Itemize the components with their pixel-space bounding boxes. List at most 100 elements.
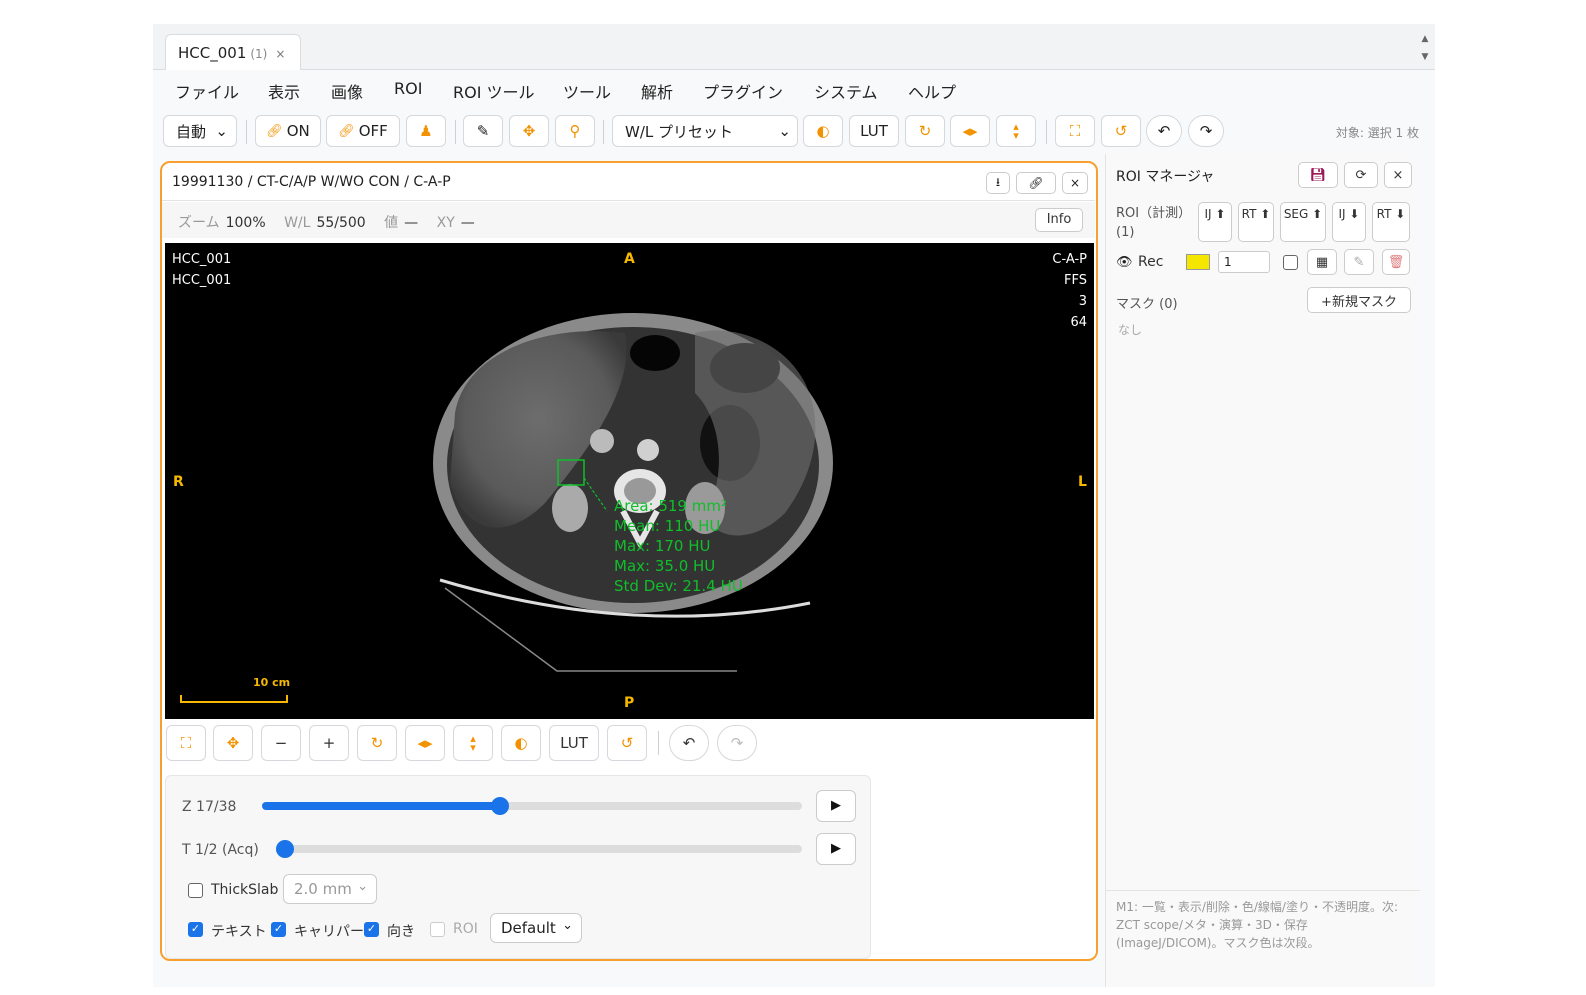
person-icon-button[interactable]: ♟: [406, 115, 446, 147]
close-viewer-button[interactable]: ×: [1062, 172, 1088, 194]
pixel-value: —: [404, 215, 419, 231]
rotate-button[interactable]: ↻: [357, 725, 397, 761]
export-ij-button[interactable]: IJ ⬇: [1332, 202, 1366, 242]
orientation-checkbox[interactable]: ✓: [364, 922, 379, 937]
menu-file[interactable]: ファイル: [175, 79, 239, 103]
patient-name: HCC_001: [172, 252, 232, 267]
eye-icon[interactable]: 👁︎: [1116, 255, 1133, 270]
link-icon: 🔗︎: [266, 123, 283, 139]
close-panel-button[interactable]: ×: [1384, 162, 1412, 188]
rotate-button[interactable]: ↻: [905, 115, 945, 147]
flip-horizontal-button[interactable]: ◂▸: [405, 725, 445, 761]
roi-fill-checkbox[interactable]: [1283, 255, 1298, 270]
series-desc: C-A-P: [1052, 252, 1087, 267]
zoom-in-button[interactable]: +: [309, 725, 349, 761]
refresh-button[interactable]: ⟳: [1344, 162, 1378, 188]
overlay-top-right: C-A-P FFS 3 64: [1052, 249, 1087, 333]
zoom-button[interactable]: ⚲: [555, 115, 595, 147]
menu-roi[interactable]: ROI: [394, 79, 422, 98]
download-button[interactable]: ⭳: [986, 172, 1010, 194]
search-icon: ⚲: [569, 122, 581, 140]
z-play-button[interactable]: ▶: [816, 790, 856, 822]
menu-tools[interactable]: ツール: [563, 79, 611, 103]
wl-preset-select[interactable]: W/L プリセット ⌄: [612, 115, 798, 147]
roi-manager-panel: ROI マネージャ 💾︎ ⟳ × ROI（計測）(1) IJ ⬆ RT ⬆ SE…: [1105, 154, 1420, 987]
invert-button[interactable]: ◐: [803, 115, 843, 147]
person-icon: ♟: [419, 122, 433, 140]
roi-linewidth-input[interactable]: 1: [1218, 251, 1270, 273]
menu-help[interactable]: ヘルプ: [908, 79, 956, 103]
tab-close-icon[interactable]: ×: [275, 47, 285, 61]
roi-opacity-button[interactable]: ▦: [1307, 249, 1337, 275]
export-rt-button[interactable]: RT ⬇: [1372, 202, 1410, 242]
pan-button[interactable]: ✥: [213, 725, 253, 761]
redo-button[interactable]: ↷: [717, 725, 757, 761]
flip-vertical-button[interactable]: ▴ ▾: [996, 115, 1036, 147]
image-canvas[interactable]: HCC_001 HCC_001 C-A-P FFS 3 64 A P R L 1…: [165, 243, 1094, 719]
roi-delete-button[interactable]: 🗑︎: [1382, 249, 1410, 275]
draw-settings-button[interactable]: ✎: [463, 115, 503, 147]
wl-value: 55/500: [316, 215, 366, 231]
import-seg-button[interactable]: SEG ⬆: [1280, 202, 1326, 242]
thickslab-checkbox[interactable]: [188, 883, 203, 898]
flip-horizontal-icon: ◂▸: [417, 734, 433, 752]
overlay-preset-select[interactable]: Default ⌄: [490, 913, 582, 943]
redo-icon: ↷: [730, 734, 744, 752]
pen-gear-icon: ✎: [476, 122, 490, 140]
tab-strip: HCC_001 (1) × ▲ ▼: [153, 24, 1435, 70]
menu-system[interactable]: システム: [814, 79, 878, 103]
link-off-button[interactable]: 🔗︎ OFF: [326, 115, 400, 147]
roi-overlay-checkbox[interactable]: [430, 922, 445, 937]
mode-select[interactable]: 自動 ⌄: [163, 115, 237, 147]
tab-hcc-001[interactable]: HCC_001 (1) ×: [165, 34, 301, 70]
redo-button[interactable]: ↷: [1188, 115, 1224, 147]
undo-button[interactable]: ↶: [669, 725, 709, 761]
ct-ivc: [590, 429, 614, 453]
t-slider[interactable]: [276, 840, 802, 858]
flip-horizontal-button[interactable]: ◂▸: [950, 115, 990, 147]
refresh-icon: ⟳: [1355, 167, 1367, 183]
menu-analysis[interactable]: 解析: [641, 79, 673, 103]
tab-label: HCC_001: [178, 44, 247, 62]
link-on-button[interactable]: 🔗︎ ON: [255, 115, 321, 147]
roi-edit-button[interactable]: ✎: [1344, 249, 1374, 275]
viewer-panel: 19991130 / CT-C/A/P W/WO CON / C-A-P ⭳ 🔗…: [160, 161, 1098, 961]
import-rt-button[interactable]: RT ⬆: [1238, 202, 1274, 242]
t-play-button[interactable]: ▶: [816, 833, 856, 865]
undo-button[interactable]: ↶: [1146, 115, 1182, 147]
toolbar-divider: [603, 120, 604, 144]
pan-button[interactable]: ✥: [509, 115, 549, 147]
new-mask-button[interactable]: +新規マスク: [1307, 287, 1411, 313]
save-button[interactable]: 💾︎: [1298, 162, 1338, 188]
fit-screen-icon: ⛶: [1069, 122, 1081, 140]
thickslab-select[interactable]: 2.0 mm ⌄: [283, 874, 377, 904]
invert-button[interactable]: ◐: [501, 725, 541, 761]
move-icon: ✥: [522, 122, 536, 140]
reset-button[interactable]: ↺: [1101, 115, 1141, 147]
t-slider-handle[interactable]: [276, 840, 294, 858]
z-slider-handle[interactable]: [490, 797, 509, 815]
tab-scroll-arrows[interactable]: ▲ ▼: [1419, 30, 1431, 66]
menu-plugins[interactable]: プラグイン: [703, 79, 783, 103]
reset-button[interactable]: ↺: [607, 725, 647, 761]
import-ij-button[interactable]: IJ ⬆: [1198, 202, 1232, 242]
link-on-label: ON: [286, 122, 310, 140]
zoom-out-button[interactable]: −: [261, 725, 301, 761]
roi-std-dev: Std Dev: 21.4 HU: [614, 577, 743, 595]
menu-view[interactable]: 表示: [268, 79, 300, 103]
link-button[interactable]: 🔗︎: [1016, 172, 1056, 194]
flip-vertical-button[interactable]: ▴ ▾: [453, 725, 493, 761]
roi-name: Rec: [1138, 254, 1164, 270]
z-slider[interactable]: [262, 797, 802, 815]
lut-button[interactable]: LUT: [849, 115, 899, 147]
roi-color-swatch[interactable]: [1186, 254, 1210, 270]
fit-button[interactable]: ⛶: [166, 725, 206, 761]
wl-label: W/L: [284, 215, 311, 231]
info-button[interactable]: Info: [1035, 208, 1083, 232]
menu-roi-tools[interactable]: ROI ツール: [453, 79, 535, 103]
text-overlay-checkbox[interactable]: ✓: [188, 922, 203, 937]
caliper-checkbox[interactable]: ✓: [271, 922, 286, 937]
fit-button[interactable]: ⛶: [1055, 115, 1095, 147]
lut-button[interactable]: LUT: [549, 725, 599, 761]
menu-image[interactable]: 画像: [331, 79, 363, 103]
